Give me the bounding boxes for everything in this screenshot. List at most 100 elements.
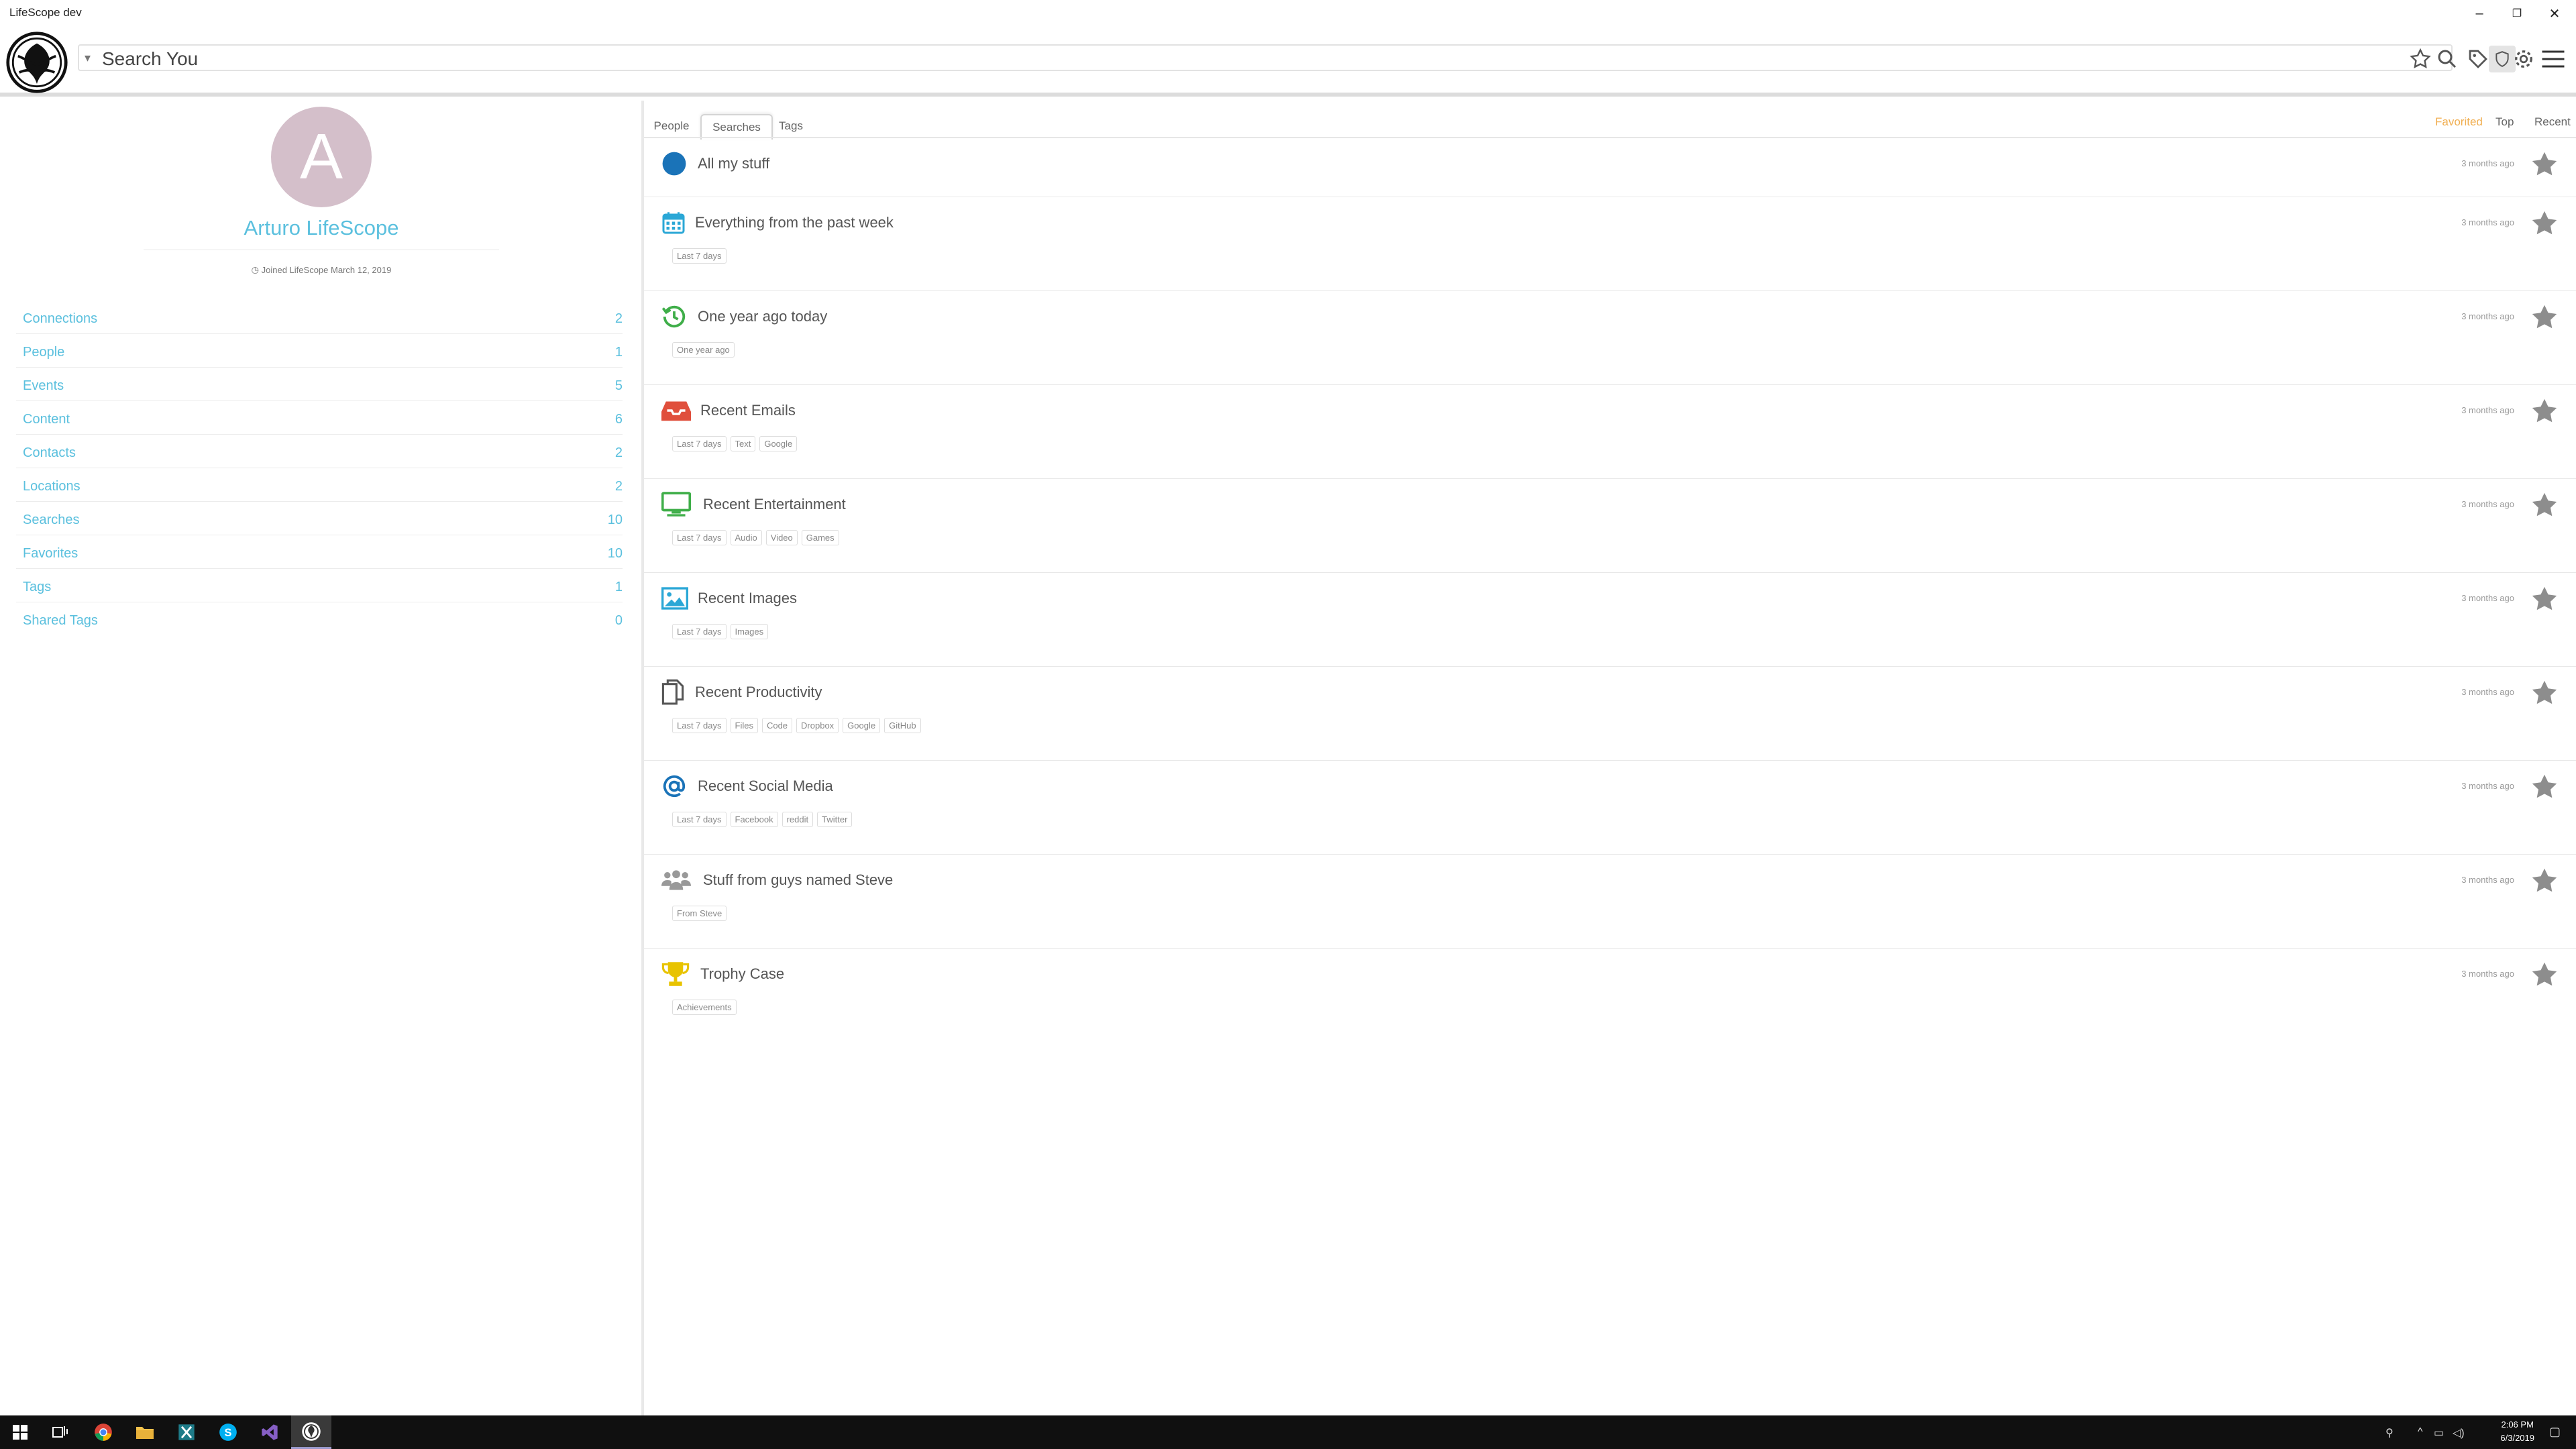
- search-name[interactable]: All my stuff: [698, 155, 769, 172]
- filter-tag[interactable]: Text: [730, 436, 756, 451]
- visual-studio-icon[interactable]: [250, 1415, 290, 1449]
- stat-shared-tags[interactable]: Shared Tags 0: [16, 602, 623, 636]
- stat-searches[interactable]: Searches 10: [16, 502, 623, 535]
- search-name[interactable]: Stuff from guys named Steve: [703, 871, 893, 889]
- filter-tag[interactable]: One year ago: [672, 342, 735, 358]
- taskbar-clock[interactable]: 2:06 PM 6/3/2019: [2500, 1418, 2534, 1445]
- tab-tags[interactable]: Tags: [775, 114, 806, 138]
- search-name[interactable]: Recent Images: [698, 590, 797, 607]
- filter-tag[interactable]: Video: [765, 530, 798, 545]
- filter-tag[interactable]: Google: [759, 436, 798, 451]
- filter-tag[interactable]: Images: [730, 624, 769, 639]
- tab-searches[interactable]: Searches: [700, 114, 773, 140]
- task-view-icon[interactable]: [40, 1415, 80, 1449]
- windows-start-icon[interactable]: [0, 1415, 40, 1449]
- search-name[interactable]: Recent Emails: [700, 402, 796, 419]
- filter-tag[interactable]: GitHub: [884, 718, 921, 733]
- stat-content[interactable]: Content 6: [16, 401, 623, 435]
- menu-icon[interactable]: [2538, 44, 2568, 74]
- minimize-button[interactable]: –: [2461, 0, 2498, 27]
- stat-favorites[interactable]: Favorites 10: [16, 535, 623, 569]
- favorite-star-icon[interactable]: [2529, 302, 2560, 333]
- filter-tag[interactable]: Last 7 days: [672, 248, 727, 264]
- search-name[interactable]: Recent Social Media: [698, 777, 833, 795]
- star-outline-icon[interactable]: [2408, 47, 2432, 71]
- avatar[interactable]: A: [271, 107, 372, 207]
- favorite-star-icon[interactable]: [2529, 678, 2560, 708]
- search-icon[interactable]: [2435, 47, 2459, 71]
- filter-tag[interactable]: reddit: [782, 812, 814, 827]
- gear-icon[interactable]: [2512, 47, 2536, 71]
- filter-tag[interactable]: Dropbox: [796, 718, 839, 733]
- search-row[interactable]: Recent Images 3 months ago Last 7 days I…: [644, 573, 2576, 667]
- stat-connections[interactable]: Connections 2: [16, 301, 623, 334]
- sort-favorited[interactable]: Favorited: [2435, 115, 2483, 129]
- favorite-star-icon[interactable]: [2529, 771, 2560, 802]
- favorite-star-icon[interactable]: [2529, 584, 2560, 614]
- filter-tag[interactable]: Facebook: [730, 812, 778, 827]
- sort-top[interactable]: Top: [2496, 115, 2514, 129]
- search-row[interactable]: One year ago today 3 months ago One year…: [644, 291, 2576, 385]
- tag-icon[interactable]: [2466, 47, 2490, 71]
- action-center-icon[interactable]: ▢: [2549, 1425, 2561, 1439]
- close-button[interactable]: ✕: [2536, 0, 2573, 27]
- stat-label[interactable]: Favorites: [23, 546, 78, 561]
- filter-tag[interactable]: Twitter: [817, 812, 853, 827]
- show-hidden-icons[interactable]: ^: [2418, 1426, 2423, 1438]
- search-input[interactable]: Search You: [102, 48, 198, 70]
- stat-label[interactable]: Connections: [23, 311, 97, 327]
- search-row[interactable]: All my stuff 3 months ago: [644, 138, 2576, 197]
- stat-label[interactable]: Searches: [23, 513, 80, 528]
- skype-icon[interactable]: S: [208, 1415, 248, 1449]
- filter-tag[interactable]: Last 7 days: [672, 624, 727, 639]
- search-bar[interactable]: ▾ Search You: [78, 44, 2453, 71]
- search-name[interactable]: Trophy Case: [700, 965, 784, 983]
- chrome-icon[interactable]: [83, 1415, 123, 1449]
- volume-icon[interactable]: ◁): [2453, 1426, 2465, 1440]
- stat-label[interactable]: People: [23, 345, 64, 360]
- search-name[interactable]: Everything from the past week: [695, 214, 894, 231]
- search-dropdown-icon[interactable]: ▾: [85, 51, 91, 65]
- filter-tag[interactable]: Games: [801, 530, 839, 545]
- search-row[interactable]: Recent Emails 3 months ago Last 7 days T…: [644, 385, 2576, 479]
- filter-tag[interactable]: From Steve: [672, 906, 727, 921]
- favorite-star-icon[interactable]: [2529, 149, 2560, 180]
- tab-people[interactable]: People: [651, 114, 692, 138]
- sort-recent[interactable]: Recent: [2534, 115, 2571, 129]
- stat-label[interactable]: Content: [23, 412, 70, 427]
- search-row[interactable]: Recent Social Media 3 months ago Last 7 …: [644, 761, 2576, 855]
- search-name[interactable]: Recent Productivity: [695, 684, 822, 701]
- filter-tag[interactable]: Code: [761, 718, 793, 733]
- stat-contacts[interactable]: Contacts 2: [16, 435, 623, 468]
- favorite-star-icon[interactable]: [2529, 208, 2560, 239]
- filter-tag[interactable]: Audio: [730, 530, 762, 545]
- profile-name[interactable]: Arturo LifeScope: [0, 216, 643, 240]
- stat-locations[interactable]: Locations 2: [16, 468, 623, 502]
- search-row[interactable]: Everything from the past week 3 months a…: [644, 197, 2576, 291]
- filter-tag[interactable]: Last 7 days: [672, 812, 727, 827]
- lifescope-logo[interactable]: [5, 31, 68, 94]
- filter-tag[interactable]: Last 7 days: [672, 530, 727, 545]
- favorite-star-icon[interactable]: [2529, 959, 2560, 990]
- favorite-star-icon[interactable]: [2529, 865, 2560, 896]
- filter-tag[interactable]: Last 7 days: [672, 436, 727, 451]
- restore-button[interactable]: ❐: [2498, 0, 2536, 27]
- stat-label[interactable]: Contacts: [23, 445, 76, 461]
- stat-label[interactable]: Events: [23, 378, 64, 394]
- stat-label[interactable]: Shared Tags: [23, 613, 98, 629]
- stat-people[interactable]: People 1: [16, 334, 623, 368]
- stat-events[interactable]: Events 5: [16, 368, 623, 401]
- xamarin-icon[interactable]: [166, 1415, 207, 1449]
- filter-tag[interactable]: Google: [843, 718, 881, 733]
- stat-label[interactable]: Locations: [23, 479, 80, 494]
- network-icon[interactable]: ▭: [2434, 1426, 2444, 1440]
- search-row[interactable]: Recent Entertainment 3 months ago Last 7…: [644, 479, 2576, 573]
- stat-tags[interactable]: Tags 1: [16, 569, 623, 602]
- search-name[interactable]: Recent Entertainment: [703, 496, 846, 513]
- search-row[interactable]: Stuff from guys named Steve 3 months ago…: [644, 855, 2576, 949]
- filter-tag[interactable]: Last 7 days: [672, 718, 727, 733]
- favorite-star-icon[interactable]: [2529, 396, 2560, 427]
- search-row[interactable]: Recent Productivity 3 months ago Last 7 …: [644, 667, 2576, 761]
- stat-label[interactable]: Tags: [23, 580, 51, 595]
- file-explorer-icon[interactable]: [125, 1415, 165, 1449]
